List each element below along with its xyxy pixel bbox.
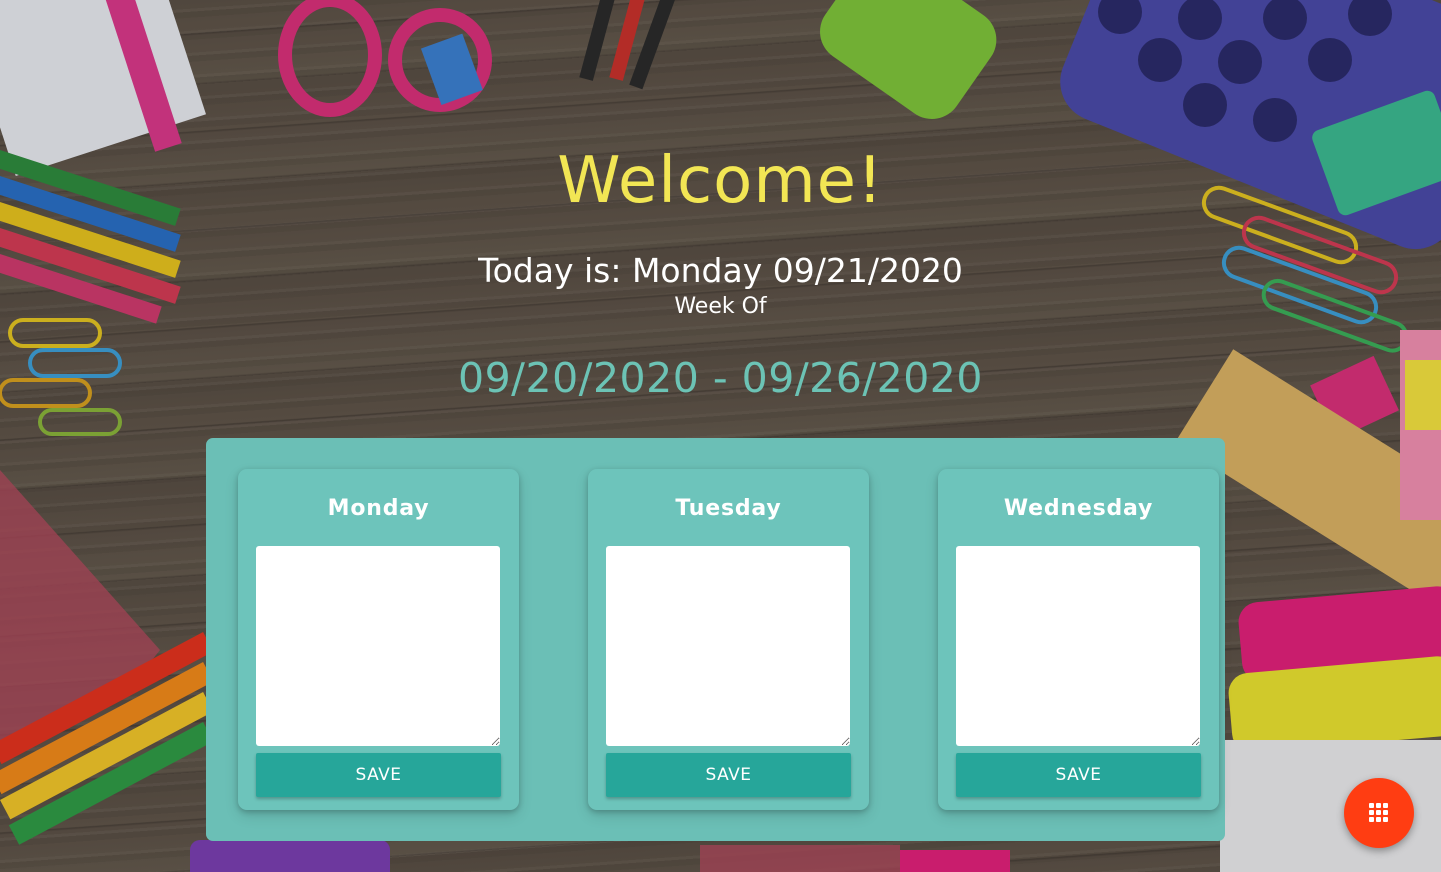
today-date-text: Today is: Monday 09/21/2020 — [478, 251, 963, 290]
day-title: Tuesday — [675, 496, 782, 521]
day-notes-textarea[interactable] — [606, 546, 850, 746]
day-card-monday: Monday SAVE — [238, 469, 519, 810]
day-card-wednesday: Wednesday SAVE — [938, 469, 1219, 810]
save-button[interactable]: SAVE — [956, 753, 1201, 797]
floating-action-button[interactable] — [1344, 778, 1414, 848]
day-notes-textarea[interactable] — [956, 546, 1200, 746]
day-notes-textarea[interactable] — [256, 546, 500, 746]
save-button[interactable]: SAVE — [256, 753, 501, 797]
week-range-text: 09/20/2020 - 09/26/2020 — [458, 354, 983, 402]
day-title: Wednesday — [1003, 496, 1154, 521]
welcome-heading: Welcome! — [557, 144, 884, 218]
week-planner-panel: Monday SAVE Tuesday SAVE Wednesday SAVE — [206, 438, 1225, 841]
save-button[interactable]: SAVE — [606, 753, 851, 797]
day-title: Monday — [327, 496, 430, 521]
day-card-tuesday: Tuesday SAVE — [588, 469, 869, 810]
week-of-label: Week Of — [674, 294, 767, 319]
apps-grid-icon — [1369, 803, 1389, 823]
